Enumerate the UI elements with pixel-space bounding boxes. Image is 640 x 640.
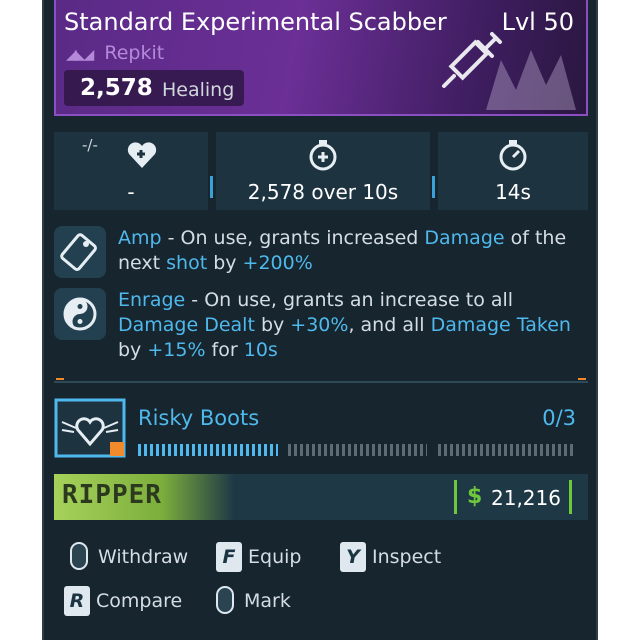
stat-badge: -/- <box>82 136 98 154</box>
manufacturer-logo: RIPPER <box>54 474 234 520</box>
perk-text-segment: by <box>118 339 148 361</box>
brand-art-icon <box>486 50 576 110</box>
yin-yang-icon <box>63 297 97 331</box>
withdraw-button[interactable]: Withdraw <box>66 540 206 574</box>
divider-tick <box>56 378 64 380</box>
item-name: Standard Experimental Scabber <box>64 8 447 36</box>
perk-text-segment: for <box>205 339 244 361</box>
perk-keyword: Damage Taken <box>430 314 571 336</box>
perk-keyword: Enrage <box>118 289 186 311</box>
inspect-button[interactable]: Y Inspect <box>340 540 470 574</box>
mod-row[interactable]: Risky Boots 0/3 <box>54 398 588 468</box>
heal-label: Healing <box>162 79 235 101</box>
dollar-icon: $ <box>467 484 483 509</box>
rarity-chevron-icon: ◢◣◢ <box>66 47 94 63</box>
key-r-icon: R <box>64 586 90 616</box>
mouse-left-icon <box>70 542 88 570</box>
perk-icon-box <box>54 288 106 340</box>
perk-text-segment: - On use, grants increased <box>161 227 425 249</box>
price-value: 21,216 <box>491 486 561 510</box>
equip-label: Equip <box>248 546 302 568</box>
perk-keyword: Amp <box>118 227 162 249</box>
perk-keyword: +30% <box>290 314 349 336</box>
perk-amp: Amp - On use, grants increased Damage of… <box>54 226 588 278</box>
manufacturer-name: RIPPER <box>62 480 162 510</box>
manufacturer-bar: RIPPER $ 21,216 <box>54 474 588 520</box>
section-divider <box>54 381 588 383</box>
withdraw-label: Withdraw <box>98 546 189 568</box>
perk-text-segment: by <box>207 252 243 274</box>
item-header: Standard Experimental Scabber Lvl 50 ◢◣◢… <box>54 0 588 116</box>
item-card: Standard Experimental Scabber Lvl 50 ◢◣◢… <box>42 0 598 640</box>
stopwatch-icon <box>499 140 527 171</box>
heart-tag-icon <box>127 142 157 168</box>
action-bar: Withdraw F Equip Y Inspect R Compare Mar… <box>54 532 588 632</box>
heal-stat-box: 2,578 Healing <box>64 70 244 106</box>
mod-count: 0/3 <box>542 406 576 430</box>
perk-enrage: Enrage - On use, grants an increase to a… <box>54 288 588 366</box>
equip-button[interactable]: F Equip <box>216 540 326 574</box>
mark-label: Mark <box>244 590 291 612</box>
divider-tick <box>578 378 586 380</box>
inspect-label: Inspect <box>372 546 442 568</box>
stat-value-1: - <box>127 180 135 204</box>
stat-divider <box>210 176 213 198</box>
item-rarity: ◢◣◢ Repkit <box>66 42 164 64</box>
stats-row: -/- - 2,578 over 10s 14s <box>54 132 588 210</box>
perk-keyword: shot <box>166 252 208 274</box>
perk-amp-text: Amp - On use, grants increased Damage of… <box>118 226 588 276</box>
ticket-icon <box>60 233 97 271</box>
perk-keyword: +200% <box>242 252 313 274</box>
stat-value-2: 2,578 over 10s <box>247 180 399 204</box>
perk-keyword: +15% <box>147 339 206 361</box>
winged-heart-icon <box>54 398 126 458</box>
perk-icon-box <box>54 226 106 278</box>
rarity-label: Repkit <box>104 42 165 64</box>
perk-keyword: Damage <box>424 227 505 249</box>
compare-label: Compare <box>96 590 183 612</box>
key-y-icon: Y <box>340 542 366 572</box>
stat-divider <box>432 176 435 198</box>
compare-button[interactable]: R Compare <box>64 584 204 618</box>
price-box: $ 21,216 <box>454 480 572 514</box>
heal-value: 2,578 <box>80 75 153 101</box>
stat-cell-2: 2,578 over 10s <box>216 132 430 210</box>
item-level: Lvl 50 <box>501 8 574 36</box>
perk-enrage-text: Enrage - On use, grants an increase to a… <box>118 288 588 363</box>
stat-value-3: 14s <box>495 180 531 204</box>
perk-text-segment: by <box>254 314 291 336</box>
stopwatch-heal-icon <box>309 140 337 171</box>
perk-keyword: 10s <box>243 339 278 361</box>
mod-name: Risky Boots <box>138 406 260 430</box>
perk-keyword: Damage Dealt <box>118 314 255 336</box>
mod-progress-bar <box>138 444 576 456</box>
perk-text-segment: - On use, grants an increase to all <box>185 289 514 311</box>
mouse-right-icon <box>216 586 234 614</box>
perk-text-segment: , and all <box>348 314 431 336</box>
stat-cell-3: 14s <box>438 132 588 210</box>
mark-button[interactable]: Mark <box>212 584 322 618</box>
key-f-icon: F <box>216 542 242 572</box>
stat-cell-1: -/- - <box>54 132 208 210</box>
